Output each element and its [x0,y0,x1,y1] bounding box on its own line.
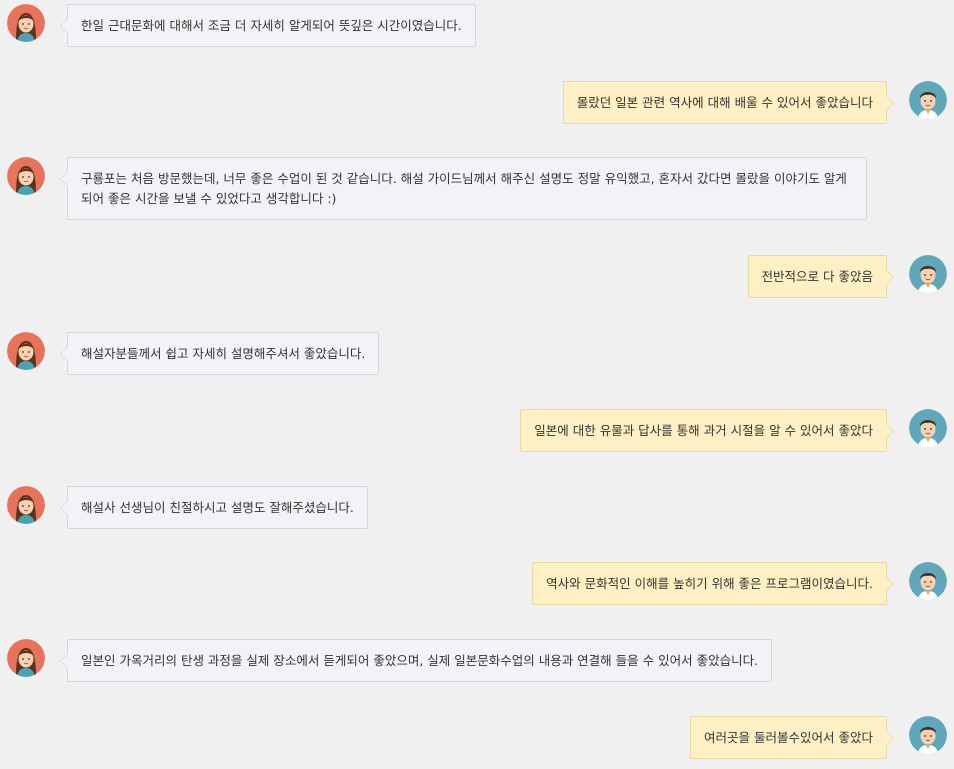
female-avatar-icon [7,639,45,677]
received-message-bubble: 일본인 가옥거리의 탄생 과정을 실제 장소에서 듣게되어 좋았으며, 실제 일… [59,639,773,682]
female-avatar-icon [7,157,45,195]
message-text: 해설사 선생님이 친절하시고 설명도 잘해주셨습니다. [81,500,354,515]
male-avatar-icon [909,81,947,119]
sent-message-bubble: 역사와 문화적인 이해를 높히기 위해 좋은 프로그램이였습니다. [532,562,894,605]
received-message-bubble: 구룡포는 처음 방문했는데, 너무 좋은 수업이 된 것 같습니다. 해설 가이… [60,157,867,220]
received-message-bubble: 한일 근대문화에 대해서 조금 더 자세히 알게되어 뜻깊은 시간이였습니다. [60,4,476,47]
message-text: 역사와 문화적인 이해를 높히기 위해 좋은 프로그램이였습니다. [546,576,873,591]
message-text: 일본에 대한 유물과 답사를 통해 과거 시절을 알 수 있어서 좋았다 [534,423,873,438]
male-avatar-icon [909,255,947,293]
male-avatar-icon [909,716,947,754]
female-avatar-icon [7,4,45,42]
message-text: 일본인 가옥거리의 탄생 과정을 실제 장소에서 듣게되어 좋았으며, 실제 일… [81,653,759,668]
sent-message-bubble: 전반적으로 다 좋았음 [747,255,895,298]
message-text: 전반적으로 다 좋았음 [761,269,873,284]
sent-message-bubble: 몰랐던 일본 관련 역사에 대해 배울 수 있어서 좋았습니다 [562,81,895,124]
male-avatar-icon [909,409,947,447]
received-message-bubble: 해설사 선생님이 친절하시고 설명도 잘해주셨습니다. [60,486,368,529]
sent-message-bubble: 여러곳을 둘러볼수있어서 좋았다 [690,716,894,759]
message-text: 한일 근대문화에 대해서 조금 더 자세히 알게되어 뜻깊은 시간이였습니다. [81,18,462,33]
message-text: 구룡포는 처음 방문했는데, 너무 좋은 수업이 된 것 같습니다. 해설 가이… [81,171,847,206]
female-avatar-icon [7,332,45,370]
female-avatar-icon [7,486,45,524]
message-text: 여러곳을 둘러볼수있어서 좋았다 [704,730,873,745]
message-text: 해설자분들께서 쉽고 자세히 설명해주셔서 좋았습니다. [81,346,366,361]
sent-message-bubble: 일본에 대한 유물과 답사를 통해 과거 시절을 알 수 있어서 좋았다 [520,409,894,452]
message-text: 몰랐던 일본 관련 역사에 대해 배울 수 있어서 좋았습니다 [576,95,873,110]
male-avatar-icon [909,562,947,600]
received-message-bubble: 해설자분들께서 쉽고 자세히 설명해주셔서 좋았습니다. [59,332,380,375]
